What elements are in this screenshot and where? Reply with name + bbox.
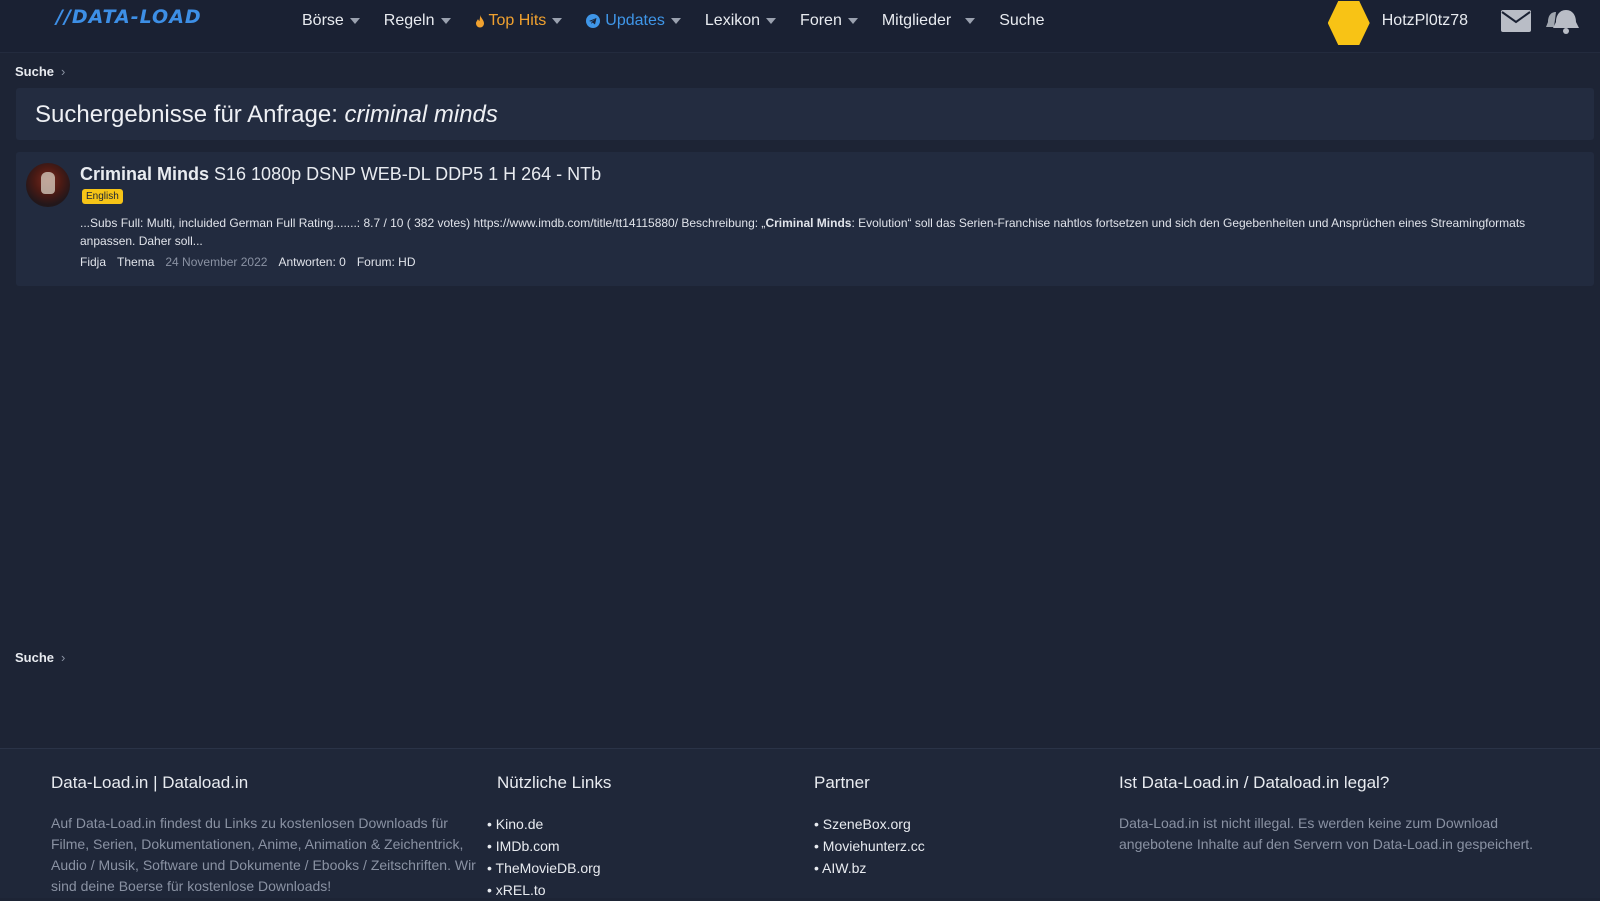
result-meta: Fidja Thema 24 November 2022 Antworten: … bbox=[80, 255, 427, 269]
nav-label: Foren bbox=[800, 12, 842, 29]
nav-label: Mitglieder bbox=[881, 12, 952, 29]
user-avatar[interactable] bbox=[1327, 1, 1370, 45]
answer-count: Antworten: 0 bbox=[278, 255, 346, 269]
footer-link-item[interactable]: xREL.to bbox=[496, 879, 777, 901]
flame-icon bbox=[475, 14, 484, 27]
footer-link-item[interactable]: TheMovieDB.org bbox=[496, 857, 777, 879]
nav-item-lexikon[interactable]: Lexikon bbox=[704, 12, 777, 30]
caret-down-icon[interactable] bbox=[965, 18, 976, 24]
chevron-right-icon: › bbox=[61, 650, 66, 665]
title-prefix: Suchergebnisse für Anfrage: bbox=[35, 101, 345, 128]
footer-about: Data-Load.in | Dataload.in Auf Data-Load… bbox=[51, 773, 481, 897]
caret-down-icon[interactable] bbox=[552, 18, 563, 24]
partner-link-item[interactable]: AIW.bz bbox=[814, 857, 1094, 879]
search-query: criminal minds bbox=[344, 101, 498, 128]
footer-links-title: Nützliche Links bbox=[497, 773, 612, 792]
nav-item-regeln[interactable]: Regeln bbox=[384, 12, 451, 30]
author-link[interactable]: Fidja bbox=[80, 255, 106, 269]
nav-label: Updates bbox=[605, 12, 665, 29]
content-type: Thema bbox=[117, 255, 155, 269]
result-title-link[interactable]: Criminal Minds S16 1080p DSNP WEB-DL DDP… bbox=[80, 164, 601, 185]
language-badge: English bbox=[82, 189, 123, 204]
result-snippet: ...Subs Full: Multi, incluided German Fu… bbox=[80, 214, 1560, 250]
caret-down-icon[interactable] bbox=[670, 18, 681, 24]
caret-down-icon[interactable] bbox=[440, 18, 451, 24]
footer-link-item[interactable]: Kino.de bbox=[496, 813, 777, 835]
footer-partner-title: Partner bbox=[814, 773, 870, 792]
bell-icon[interactable] bbox=[1546, 7, 1582, 35]
nav-item-updates[interactable]: Updates bbox=[586, 12, 681, 30]
nav-item-boerse[interactable]: Börse bbox=[302, 12, 360, 30]
nav-label: Börse bbox=[302, 12, 344, 29]
nav-item-top-hits[interactable]: Top Hits bbox=[475, 12, 563, 30]
snippet-highlight: Criminal Minds bbox=[765, 216, 852, 230]
nav-item-foren[interactable]: Foren bbox=[800, 12, 858, 30]
nav-item-suche[interactable]: Suche bbox=[999, 12, 1044, 30]
top-navigation-bar: //DATA-LOAD Börse Regeln Top Hits Update… bbox=[0, 0, 1600, 53]
footer-legal: Ist Data-Load.in / Dataload.in legal? Da… bbox=[1119, 773, 1549, 855]
site-logo[interactable]: //DATA-LOAD bbox=[56, 6, 202, 28]
caret-down-icon[interactable] bbox=[847, 18, 858, 24]
footer: Data-Load.in | Dataload.in Auf Data-Load… bbox=[0, 748, 1600, 898]
nav-label: Suche bbox=[999, 12, 1045, 29]
telegram-icon bbox=[586, 14, 601, 28]
caret-down-icon[interactable] bbox=[349, 18, 360, 24]
breadcrumb-item-suche[interactable]: Suche bbox=[15, 650, 54, 665]
partner-link-item[interactable]: Moviehunterz.cc bbox=[814, 835, 1094, 857]
user-area: HotzPl0tz78 bbox=[1327, 0, 1600, 45]
username[interactable]: HotzPl0tz78 bbox=[1382, 12, 1468, 30]
nav-item-mitglieder[interactable]: Mitglieder bbox=[881, 12, 976, 30]
main-nav: Börse Regeln Top Hits Updates Lexikon Fo… bbox=[290, 0, 1057, 42]
footer-about-text: Auf Data-Load.in findest du Links zu kos… bbox=[51, 815, 476, 894]
nav-label: Top Hits bbox=[488, 12, 547, 29]
result-title-highlight: Criminal Minds bbox=[80, 164, 210, 184]
nav-label: Regeln bbox=[383, 12, 435, 29]
breadcrumb-item-suche[interactable]: Suche bbox=[15, 64, 54, 79]
search-result-item: Criminal Minds S16 1080p DSNP WEB-DL DDP… bbox=[16, 152, 1594, 286]
author-avatar[interactable] bbox=[26, 163, 70, 207]
post-date: 24 November 2022 bbox=[165, 255, 268, 269]
breadcrumb-bottom: Suche › bbox=[15, 650, 65, 665]
page-title: Suchergebnisse für Anfrage: criminal min… bbox=[35, 101, 498, 129]
result-title-rest: S16 1080p DSNP WEB-DL DDP5 1 H 264 - NTb bbox=[209, 164, 602, 184]
footer-partner: Partner SzeneBox.org Moviehunterz.cc AIW… bbox=[814, 773, 1094, 879]
envelope-icon[interactable] bbox=[1500, 9, 1532, 33]
footer-about-title: Data-Load.in | Dataload.in bbox=[51, 773, 249, 792]
snippet-text: ...Subs Full: Multi, incluided German Fu… bbox=[80, 216, 766, 230]
nav-label: Lexikon bbox=[704, 12, 761, 29]
caret-down-icon[interactable] bbox=[766, 18, 777, 24]
partner-link-item[interactable]: SzeneBox.org bbox=[814, 813, 1094, 835]
chevron-right-icon: › bbox=[61, 64, 66, 79]
footer-link-item[interactable]: IMDb.com bbox=[496, 835, 777, 857]
search-title-bar: Suchergebnisse für Anfrage: criminal min… bbox=[16, 88, 1594, 140]
forum-link[interactable]: Forum: HD bbox=[357, 255, 416, 269]
breadcrumb: Suche › bbox=[15, 64, 65, 79]
footer-legal-text: Data-Load.in ist nicht illegal. Es werde… bbox=[1119, 815, 1534, 852]
footer-legal-title: Ist Data-Load.in / Dataload.in legal? bbox=[1119, 773, 1390, 792]
footer-links: Nützliche Links Kino.de IMDb.com TheMovi… bbox=[496, 773, 777, 901]
